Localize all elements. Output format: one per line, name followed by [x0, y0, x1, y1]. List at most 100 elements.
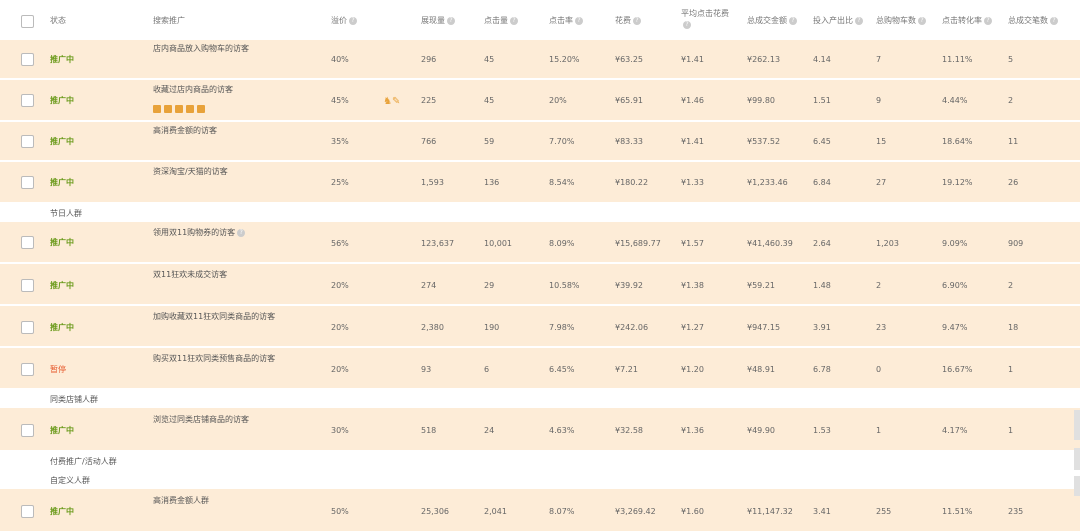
row-checkbox[interactable] [21, 135, 34, 148]
clicks-value: 10,001 [484, 239, 512, 248]
clicks-value: 45 [484, 55, 495, 64]
crowd-name: 收藏过店内商品的访客 [153, 85, 233, 94]
status-label[interactable]: 推广中 [50, 506, 74, 517]
header-status[interactable]: 状态 [50, 15, 66, 26]
status-label[interactable]: 推广中 [50, 322, 74, 333]
row-checkbox[interactable] [21, 424, 34, 437]
table-row: 推广中 店内商品放入购物车的访客 40% 296 45 15.20% ¥63.2… [0, 40, 1080, 78]
crowd-name: 领用双11购物券的访客? [153, 227, 246, 238]
crowd-name: 资深淘宝/天猫的访客 [153, 167, 228, 176]
premium-value[interactable]: 40% [331, 55, 349, 64]
row-checkbox[interactable] [21, 363, 34, 376]
carts-value: 7 [876, 55, 882, 64]
carts-value: 23 [876, 323, 887, 332]
delete-icon[interactable] [175, 105, 183, 113]
cost-value: ¥242.06 [615, 323, 649, 332]
header-orders[interactable]: 总成交笔数? [1008, 15, 1058, 26]
chart-icon[interactable] [186, 105, 194, 113]
premium-value[interactable]: 25% [331, 178, 349, 187]
header-premium[interactable]: 溢价? [331, 15, 357, 26]
question-icon[interactable]: ? [984, 16, 992, 25]
header-ctr[interactable]: 点击率? [549, 15, 583, 26]
clicks-value: 29 [484, 281, 495, 290]
person-edit-icon[interactable]: ♞✎ [383, 96, 400, 107]
status-label[interactable]: 推广中 [50, 425, 74, 436]
ctr-value: 6.45% [549, 365, 575, 374]
scroll-down-handle[interactable] [1074, 476, 1080, 496]
premium-value[interactable]: 20% [331, 365, 349, 374]
header-cpc[interactable]: 平均点击花费? [681, 8, 741, 30]
edit-icon[interactable] [164, 105, 172, 113]
copy-icon[interactable] [197, 105, 205, 113]
status-label[interactable]: 推广中 [50, 177, 74, 188]
impressions-value: 518 [421, 426, 437, 435]
premium-value[interactable]: 56% [331, 239, 349, 248]
row-checkbox[interactable] [21, 236, 34, 249]
cpc-value: ¥1.60 [681, 507, 704, 516]
gmv-value: ¥48.91 [747, 365, 775, 374]
question-icon[interactable]: ? [1050, 16, 1058, 25]
row-checkbox[interactable] [21, 505, 34, 518]
premium-value[interactable]: 35% [331, 137, 349, 146]
table-row: 推广中 高消费金额人群 50% 25,306 2,041 8.07% ¥3,26… [0, 489, 1080, 531]
impressions-value: 2,380 [421, 323, 444, 332]
status-label[interactable]: 暂停 [50, 364, 66, 375]
premium-value[interactable]: 20% [331, 281, 349, 290]
header-impressions[interactable]: 展现量? [421, 15, 455, 26]
carts-value: 27 [876, 178, 887, 187]
status-label[interactable]: 推广中 [50, 280, 74, 291]
impressions-value: 766 [421, 137, 437, 146]
status-label[interactable]: 推广中 [50, 136, 74, 147]
status-label[interactable]: 推广中 [50, 54, 74, 65]
orders-value: 18 [1008, 323, 1019, 332]
ctr-value: 8.09% [549, 239, 575, 248]
carts-value: 1 [876, 426, 882, 435]
question-icon[interactable]: ? [575, 16, 583, 25]
pause-icon[interactable] [153, 105, 161, 113]
status-label[interactable]: 推广中 [50, 95, 74, 106]
header-carts[interactable]: 总购物车数? [876, 15, 926, 26]
question-icon[interactable]: ? [633, 16, 641, 25]
row-checkbox[interactable] [21, 176, 34, 189]
header-cvr[interactable]: 点击转化率? [942, 15, 992, 26]
header-roi[interactable]: 投入产出比? [813, 15, 863, 26]
premium-value[interactable]: 30% [331, 426, 349, 435]
row-checkbox[interactable] [21, 53, 34, 66]
header-cost[interactable]: 花费? [615, 15, 641, 26]
question-icon[interactable]: ? [447, 16, 455, 25]
scroll-middle-handle[interactable] [1074, 448, 1080, 470]
roi-value: 6.78 [813, 365, 831, 374]
status-label[interactable]: 推广中 [50, 237, 74, 248]
question-icon[interactable]: ? [349, 16, 357, 25]
row-checkbox[interactable] [21, 94, 34, 107]
cost-value: ¥15,689.77 [615, 239, 661, 248]
premium-value[interactable]: 20% [331, 323, 349, 332]
question-icon[interactable]: ? [918, 16, 926, 25]
crowd-name: 店内商品放入购物车的访客 [153, 44, 249, 53]
question-icon[interactable]: ? [855, 16, 863, 25]
question-icon[interactable]: ? [789, 16, 797, 25]
cost-value: ¥83.33 [615, 137, 643, 146]
cpc-value: ¥1.41 [681, 137, 704, 146]
orders-value: 235 [1008, 507, 1024, 516]
impressions-value: 296 [421, 55, 437, 64]
question-icon[interactable]: ? [510, 16, 518, 25]
header-gmv[interactable]: 总成交金额? [747, 15, 797, 26]
question-icon[interactable]: ? [683, 20, 691, 29]
table-row: 推广中 浏览过同类店铺商品的访客 30% 518 24 4.63% ¥32.58… [0, 408, 1080, 450]
scroll-up-handle[interactable] [1074, 410, 1080, 440]
header-clicks[interactable]: 点击量? [484, 15, 518, 26]
question-icon[interactable]: ? [237, 228, 246, 237]
row-checkbox[interactable] [21, 279, 34, 292]
premium-value[interactable]: 50% [331, 507, 349, 516]
table-row: 推广中 双11狂欢未成交访客 20% 274 29 10.58% ¥39.92 … [0, 264, 1080, 304]
premium-value[interactable]: 45% [331, 96, 349, 105]
row-checkbox[interactable] [21, 321, 34, 334]
crowd-name: 购买双11狂欢同类预售商品的访客 [153, 354, 276, 363]
select-all-checkbox[interactable] [21, 15, 34, 28]
orders-value: 2 [1008, 96, 1014, 105]
header-search-promo[interactable]: 搜索推广 [153, 15, 185, 26]
impressions-value: 123,637 [421, 239, 455, 248]
cost-value: ¥7.21 [615, 365, 638, 374]
ctr-value: 7.98% [549, 323, 575, 332]
